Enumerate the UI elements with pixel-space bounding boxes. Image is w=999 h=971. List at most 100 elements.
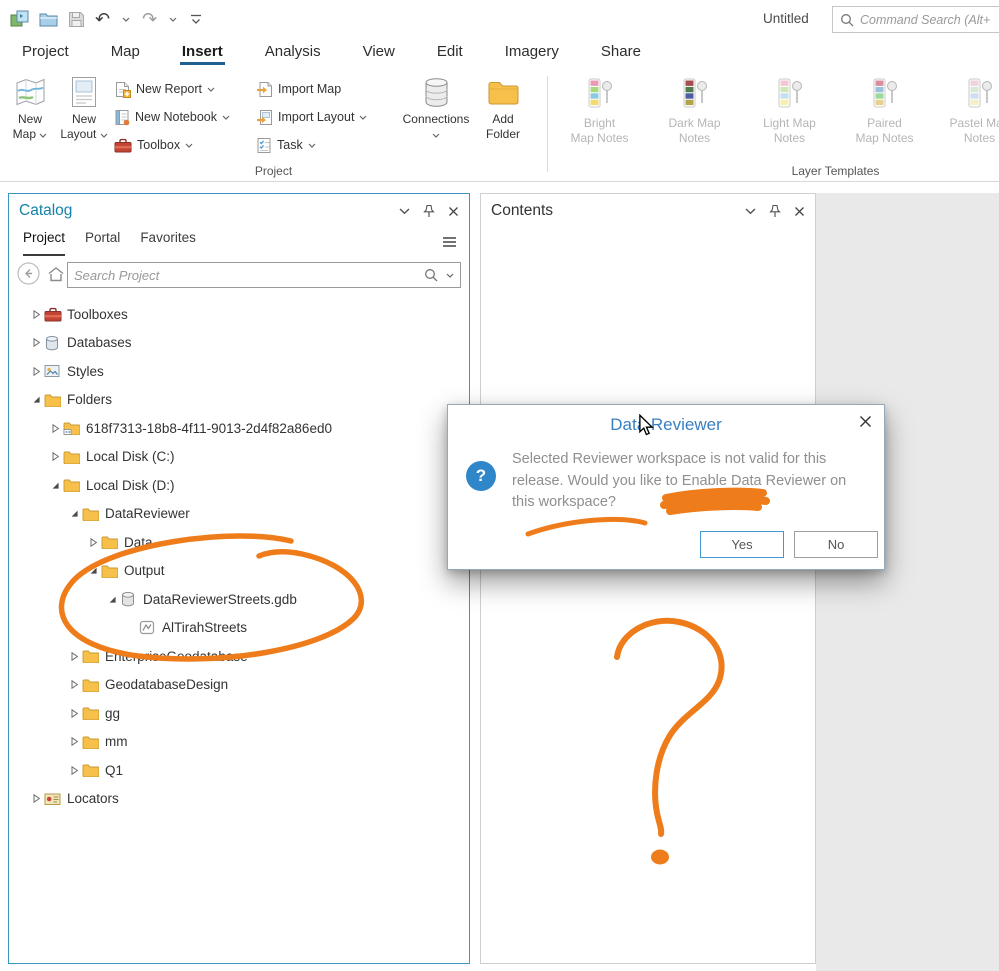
ribbon-tab-map[interactable]: Map <box>109 40 142 65</box>
expand-arrow-icon[interactable] <box>29 310 44 319</box>
layer-template-paired-map-notes[interactable]: PairedMap Notes <box>837 68 932 168</box>
ribbon-tab-insert[interactable]: Insert <box>180 40 225 65</box>
collapse-arrow-icon[interactable] <box>86 566 101 575</box>
catalog-tab-portal[interactable]: Portal <box>85 230 120 256</box>
catalog-tab-favorites[interactable]: Favorites <box>140 230 196 256</box>
tree-item-label: Folders <box>67 392 112 407</box>
feature-class-icon <box>139 620 160 635</box>
chevron-down-icon <box>432 133 440 138</box>
tree-item-output[interactable]: Output <box>9 557 468 586</box>
collapse-arrow-icon[interactable] <box>105 595 120 604</box>
connections-label: Connections <box>402 112 470 127</box>
close-icon[interactable] <box>859 415 872 428</box>
task-button[interactable]: Task <box>256 134 316 156</box>
undo-icon[interactable]: ↶ <box>95 7 110 31</box>
import-map-label: Import Map <box>278 82 341 96</box>
tree-item-locators[interactable]: Locators <box>9 785 468 814</box>
tree-item-mm[interactable]: mm <box>9 728 468 757</box>
ribbon-tab-share[interactable]: Share <box>599 40 643 65</box>
tree-item-gg[interactable]: gg <box>9 699 468 728</box>
ribbon-tab-imagery[interactable]: Imagery <box>503 40 561 65</box>
expand-arrow-icon[interactable] <box>67 709 82 718</box>
add-folder-button[interactable]: Add Folder <box>476 74 530 142</box>
search-input[interactable] <box>74 268 416 283</box>
expand-arrow-icon[interactable] <box>67 766 82 775</box>
expand-arrow-icon[interactable] <box>67 737 82 746</box>
new-layout-label: New <box>57 112 111 127</box>
add-folder-icon <box>476 74 530 110</box>
tree-item-618f7313-18b8-4f11-9013-2d4f82a86ed0[interactable]: 618f7313-18b8-4f11-9013-2d4f82a86ed0 <box>9 414 468 443</box>
command-search-box[interactable] <box>832 6 999 33</box>
tree-item-styles[interactable]: Styles <box>9 357 468 386</box>
tree-item-datareviewer[interactable]: DataReviewer <box>9 500 468 529</box>
tree-item-datareviewerstreets-gdb[interactable]: DataReviewerStreets.gdb <box>9 585 468 614</box>
customize-toolbar-icon[interactable] <box>189 7 203 31</box>
open-project-icon[interactable] <box>39 7 58 31</box>
toolbox-button[interactable]: Toolbox <box>114 134 193 156</box>
command-search-input[interactable] <box>860 13 999 27</box>
import-map-button[interactable]: Import Map <box>256 78 341 100</box>
chevron-down-icon[interactable] <box>446 273 454 278</box>
ribbon-tab-project[interactable]: Project <box>20 40 71 65</box>
chevron-down-icon[interactable] <box>745 208 756 215</box>
menu-chevron-icon[interactable] <box>120 7 132 31</box>
new-layout-button[interactable]: New Layout <box>57 74 111 142</box>
new-project-icon[interactable] <box>10 7 29 31</box>
no-button[interactable]: No <box>794 531 878 558</box>
ribbon-tab-edit[interactable]: Edit <box>435 40 465 65</box>
pin-icon[interactable] <box>423 204 435 218</box>
tree-item-enterprisegeodatabase[interactable]: EnterpriseGeodatabase <box>9 642 468 671</box>
close-icon[interactable] <box>448 206 459 217</box>
map-notes-template-icon <box>837 74 932 116</box>
expand-arrow-icon[interactable] <box>29 367 44 376</box>
expand-arrow-icon[interactable] <box>48 424 63 433</box>
tree-item-q1[interactable]: Q1 <box>9 756 468 785</box>
titlebar: ↶↷ Untitled <box>0 0 999 40</box>
layer-template-pastel-map-notes[interactable]: Pastel MapNotes <box>932 68 999 168</box>
menu-icon[interactable] <box>442 236 457 248</box>
tree-item-toolboxes[interactable]: Toolboxes <box>9 300 468 329</box>
layer-template-dark-map-notes[interactable]: Dark MapNotes <box>647 68 742 168</box>
new-notebook-label: New Notebook <box>135 110 217 124</box>
arcgis-pro-window: ↶↷ Untitled ProjectMapInsertAnalysisView… <box>0 0 999 971</box>
layer-template-bright-map-notes[interactable]: BrightMap Notes <box>552 68 647 168</box>
tree-item-data[interactable]: Data <box>9 528 468 557</box>
chevron-down-icon[interactable] <box>399 208 410 215</box>
tree-item-label: AlTirahStreets <box>162 620 247 635</box>
collapse-arrow-icon[interactable] <box>29 395 44 404</box>
expand-arrow-icon[interactable] <box>67 680 82 689</box>
back-icon[interactable] <box>17 262 40 285</box>
collapse-arrow-icon[interactable] <box>48 481 63 490</box>
new-map-button[interactable]: New Map <box>6 74 54 142</box>
layer-template-light-map-notes[interactable]: Light MapNotes <box>742 68 837 168</box>
search-box[interactable] <box>67 262 461 288</box>
expand-arrow-icon[interactable] <box>48 452 63 461</box>
pin-icon[interactable] <box>769 204 781 218</box>
new-notebook-button[interactable]: New Notebook <box>114 106 230 128</box>
connections-button[interactable]: Connections <box>402 74 470 142</box>
import-layout-button[interactable]: Import Layout <box>256 106 367 128</box>
yes-button[interactable]: Yes <box>700 531 784 558</box>
home-icon[interactable] <box>47 266 65 282</box>
collapse-arrow-icon[interactable] <box>67 509 82 518</box>
close-icon[interactable] <box>794 206 805 217</box>
new-report-button[interactable]: New Report <box>114 78 215 100</box>
expand-arrow-icon[interactable] <box>29 794 44 803</box>
tree-item-local-disk-c[interactable]: Local Disk (C:) <box>9 443 468 472</box>
tree-item-label: 618f7313-18b8-4f11-9013-2d4f82a86ed0 <box>86 421 332 436</box>
redo-icon[interactable]: ↷ <box>142 7 157 31</box>
tree-item-geodatabasedesign[interactable]: GeodatabaseDesign <box>9 671 468 700</box>
save-icon[interactable] <box>68 7 85 31</box>
expand-arrow-icon[interactable] <box>67 652 82 661</box>
tree-item-databases[interactable]: Databases <box>9 329 468 358</box>
catalog-tab-project[interactable]: Project <box>23 230 65 256</box>
tree-item-altirahstreets[interactable]: AlTirahStreets <box>9 614 468 643</box>
tree-item-local-disk-d[interactable]: Local Disk (D:) <box>9 471 468 500</box>
tree-item-folders[interactable]: Folders <box>9 386 468 415</box>
layer-template-label: Map Notes <box>552 131 647 146</box>
ribbon-tab-analysis[interactable]: Analysis <box>263 40 323 65</box>
expand-arrow-icon[interactable] <box>29 338 44 347</box>
menu-chevron-icon[interactable] <box>167 7 179 31</box>
ribbon-tab-view[interactable]: View <box>361 40 397 65</box>
expand-arrow-icon[interactable] <box>86 538 101 547</box>
